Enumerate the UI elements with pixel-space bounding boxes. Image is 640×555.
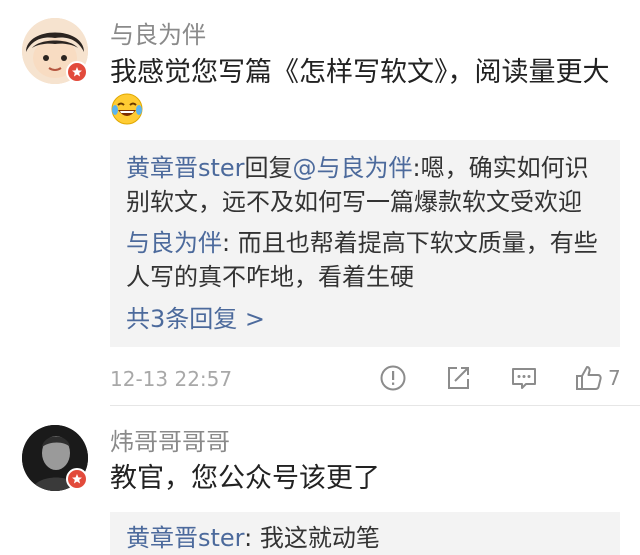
reply-line: 黄章晋ster: 我这就动笔 [126, 523, 380, 553]
like-button[interactable]: 7 [574, 363, 621, 393]
reply-line-1a: 黄章晋ster回复@与良为伴:嗯，确实如何识 [126, 153, 589, 183]
comment-text: 我感觉您写篇《怎样写软文》，阅读量更大 [110, 57, 610, 88]
share-icon [448, 367, 469, 389]
thumbs-up-icon [576, 366, 602, 390]
report-button[interactable] [379, 364, 407, 392]
comment-date: 12-13 22:57 [110, 367, 233, 391]
reply-text: :嗯，确实如何识 [412, 154, 589, 182]
comment-username[interactable]: 与良为伴 [110, 20, 206, 50]
reply-text: : 而且也帮着提高下软文质量，有些 [222, 229, 598, 257]
comment-username[interactable]: 炜哥哥哥哥 [110, 427, 230, 457]
divider [110, 405, 640, 406]
reply-text: : 我这就动笔 [244, 524, 380, 552]
like-count: 7 [608, 366, 621, 390]
reply-user-link[interactable]: 黄章晋ster [126, 154, 245, 182]
warning-icon [380, 365, 406, 391]
reply-line-2b: 人写的真不咋地，看着生硬 [126, 263, 414, 291]
verified-badge-icon [66, 61, 88, 83]
reply-line-1b: 别软文，远不及如何写一篇爆款软文受欢迎 [126, 188, 582, 216]
reply-user-link[interactable]: 与良为伴 [126, 229, 222, 257]
verified-badge-icon [66, 468, 88, 490]
reply-line-2a: 与良为伴: 而且也帮着提高下软文质量，有些 [126, 228, 598, 258]
reply-button[interactable] [510, 364, 538, 392]
comment-text: 教官，您公众号该更了 [110, 463, 380, 494]
reply-verb: 回复 [244, 154, 293, 182]
reply-user-link[interactable]: 黄章晋ster [126, 524, 244, 552]
reply-target-link[interactable]: @与良为伴 [293, 154, 413, 182]
share-button[interactable] [444, 364, 472, 392]
more-replies-link[interactable]: 共3条回复 > [126, 304, 265, 334]
comment-icon [512, 368, 536, 389]
laughing-with-tears-emoji-icon [110, 92, 144, 126]
